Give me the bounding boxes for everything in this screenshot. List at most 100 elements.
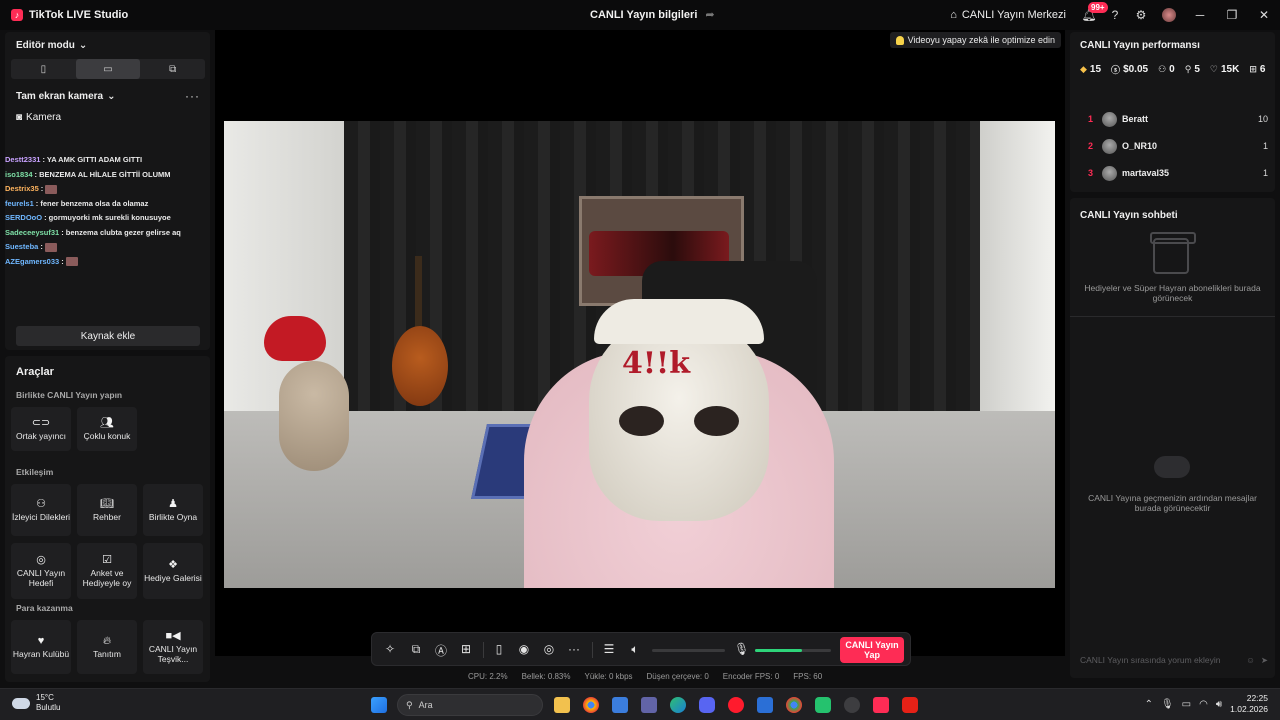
source-camera[interactable]: ◙ Kamera [16,112,61,123]
ai-icon[interactable]: Ⓐ [434,642,448,659]
share-icon: ⚲ [1184,64,1192,74]
discord-button[interactable] [692,692,721,718]
profile-button[interactable] [1154,0,1184,30]
file-explorer-button[interactable] [547,692,576,718]
editor-mode-dropdown[interactable]: Editör modu ⌄ [16,40,87,51]
chat-text: : gormuyorki mk surekli konusuyoe [44,213,171,222]
maximize-button[interactable]: ❐ [1216,0,1248,30]
mic-level-meter[interactable] [755,649,831,652]
viewer-requests-label: İzleyici Dilekleri [11,511,71,522]
sticker-icon [65,257,78,267]
ranking-row[interactable]: 1 Beratt 10 [1088,110,1268,128]
ranking-row[interactable]: 2 O_NR10 1 [1088,137,1268,155]
opera-button[interactable] [721,692,750,718]
emoji-icon[interactable]: ☺ [1246,655,1255,665]
volume-slider[interactable] [652,649,725,652]
chevron-down-icon: ⌄ [107,91,116,102]
chrome-button[interactable] [576,692,605,718]
microphone-icon[interactable]: 🎙︎ [1161,699,1174,710]
clock[interactable]: 22:25 1.02.2026 [1230,693,1268,715]
minimize-button[interactable]: ─ [1184,0,1216,30]
poll-button[interactable]: ☑ Anket ve Hediyeyle oy [77,543,137,599]
chat-username: iso1834 [5,169,33,179]
settings-button[interactable]: ⚙ [1128,0,1154,30]
sticker-icon [44,242,57,252]
edge-button[interactable] [663,692,692,718]
notifications-button[interactable]: 🔔︎ 99+ [1076,0,1108,30]
wifi-icon[interactable]: ◠ [1199,699,1208,710]
portrait-mode-button[interactable]: ▯ [11,59,76,79]
chat-username: Destrix35 [5,184,39,193]
go-live-button[interactable]: CANLI Yayın Yap [840,637,904,663]
teams-button[interactable] [634,692,663,718]
phone-icon[interactable]: ▯ [492,642,506,656]
store-button[interactable] [605,692,634,718]
display-icon[interactable]: ▭ [1182,699,1191,710]
effects-icon[interactable]: ⧉ [409,642,423,657]
live-goal-label: CANLI Yayın Hedefi [16,567,66,588]
gifts-value: 6 [1259,64,1266,75]
optimize-video-button[interactable]: Videoyu yapay zekâ ile optimize edin [889,32,1061,48]
volume-icon[interactable]: 🔊︎ [1216,699,1222,710]
folder-icon [553,697,570,713]
close-button[interactable]: ✕ [1248,0,1280,30]
earnings-metric: ⓢ $0.05 [1111,63,1148,76]
live-goal-button[interactable]: ◎ CANLI Yayın Hedefi [11,543,71,599]
dual-mode-button[interactable]: ⧉ [140,59,205,79]
scene-dropdown[interactable]: Tam ekran kamera ⌄ [16,91,115,102]
live-center-button[interactable]: ⌂ CANLI Yayın Merkezi [940,0,1076,30]
landscape-mode-button[interactable]: ▭ [75,59,141,79]
app-title: TikTok LIVE Studio [29,9,129,21]
promote-button[interactable]: 🔥︎ Tanıtım [77,620,137,674]
requests-icon: ⚇ [36,497,46,510]
cohost-button[interactable]: ⊂⊃ Ortak yayıncı [11,407,71,451]
chat-empty-text: CANLI Yayına geçmenizin ardından mesajla… [1088,493,1257,513]
chrome-alt-button[interactable] [779,692,808,718]
share-icon[interactable]: ➦ [705,8,714,21]
viewer-requests-button[interactable]: ⚇ İzleyici Dilekleri [11,484,71,536]
live-info-title[interactable]: CANLI Yayın bilgileri ➦ [590,8,715,22]
chat-message: Sadeceeysuf31: benzema clubta gezer geli… [5,226,205,241]
guide-button[interactable]: 📖︎ Rehber [77,484,137,536]
poll-icon: ☑ [102,553,112,566]
memory-stat: Bellek: 0.83% [521,672,571,681]
gems-value: 15 [1089,64,1102,75]
stream-control-bar: ✧ ⧉ Ⓐ ⊞ ▯ ◉ ◎ ··· ☰ 🔈︎ 🎙︎ CANLI Yayın Ya… [371,632,911,666]
game-icon: ♟ [168,497,178,510]
gift-icon [1150,232,1196,274]
chat-input[interactable]: CANLI Yayın sırasında yorum ekleyin ☺ ➤ [1078,650,1268,670]
app2-button[interactable] [837,692,866,718]
chevron-up-icon[interactable]: ⌃ [1145,699,1153,710]
dual-screen-icon: ⧉ [169,63,177,75]
start-button[interactable] [364,692,393,718]
screenshot-icon[interactable]: ◎ [542,642,556,656]
taskbar-search[interactable]: ⚲ Ara [397,694,543,716]
microphone-icon[interactable]: 🎙︎ [734,642,749,656]
add-source-button[interactable]: Kaynak ekle [16,326,200,346]
weather-widget[interactable]: 15°C Bulutlu [12,693,60,713]
rank-username: martaval35 [1122,168,1170,178]
performance-title: CANLI Yayın performansı [1080,40,1200,51]
date: 1.02.2026 [1230,704,1268,714]
app-button[interactable] [808,692,837,718]
ranking-row[interactable]: 3 martaval35 1 [1088,164,1268,182]
multi-guest-button[interactable]: 👥︎ Çoklu konuk [77,407,137,451]
camera-preview[interactable]: 4!!k [224,121,1055,588]
record-icon[interactable]: ◉ [517,642,531,656]
heart-icon: ♥ [37,634,45,647]
play-together-button[interactable]: ♟ Birlikte Oyna [143,484,203,536]
overlay-icon[interactable]: ⊞ [459,642,473,656]
speaker-icon[interactable]: 🔈︎ [628,642,642,657]
fan-club-button[interactable]: ♥ Hayran Kulübü [11,620,71,674]
send-icon[interactable]: ➤ [1261,655,1268,666]
settings-sliders-icon[interactable]: ☰ [602,642,616,656]
more-icon[interactable]: ··· [185,89,200,103]
tiktok-button[interactable] [866,692,895,718]
youtube-button[interactable] [895,692,924,718]
more-icon[interactable]: ··· [567,642,581,656]
gift-gallery-button[interactable]: ❖ Hediye Galerisi [143,543,203,599]
magic-wand-icon[interactable]: ✧ [383,642,397,656]
mail-button[interactable] [750,692,779,718]
live-incentive-button[interactable]: ■◀ CANLI Yayın Teşvik... [143,620,203,674]
sticker-icon [45,184,58,194]
